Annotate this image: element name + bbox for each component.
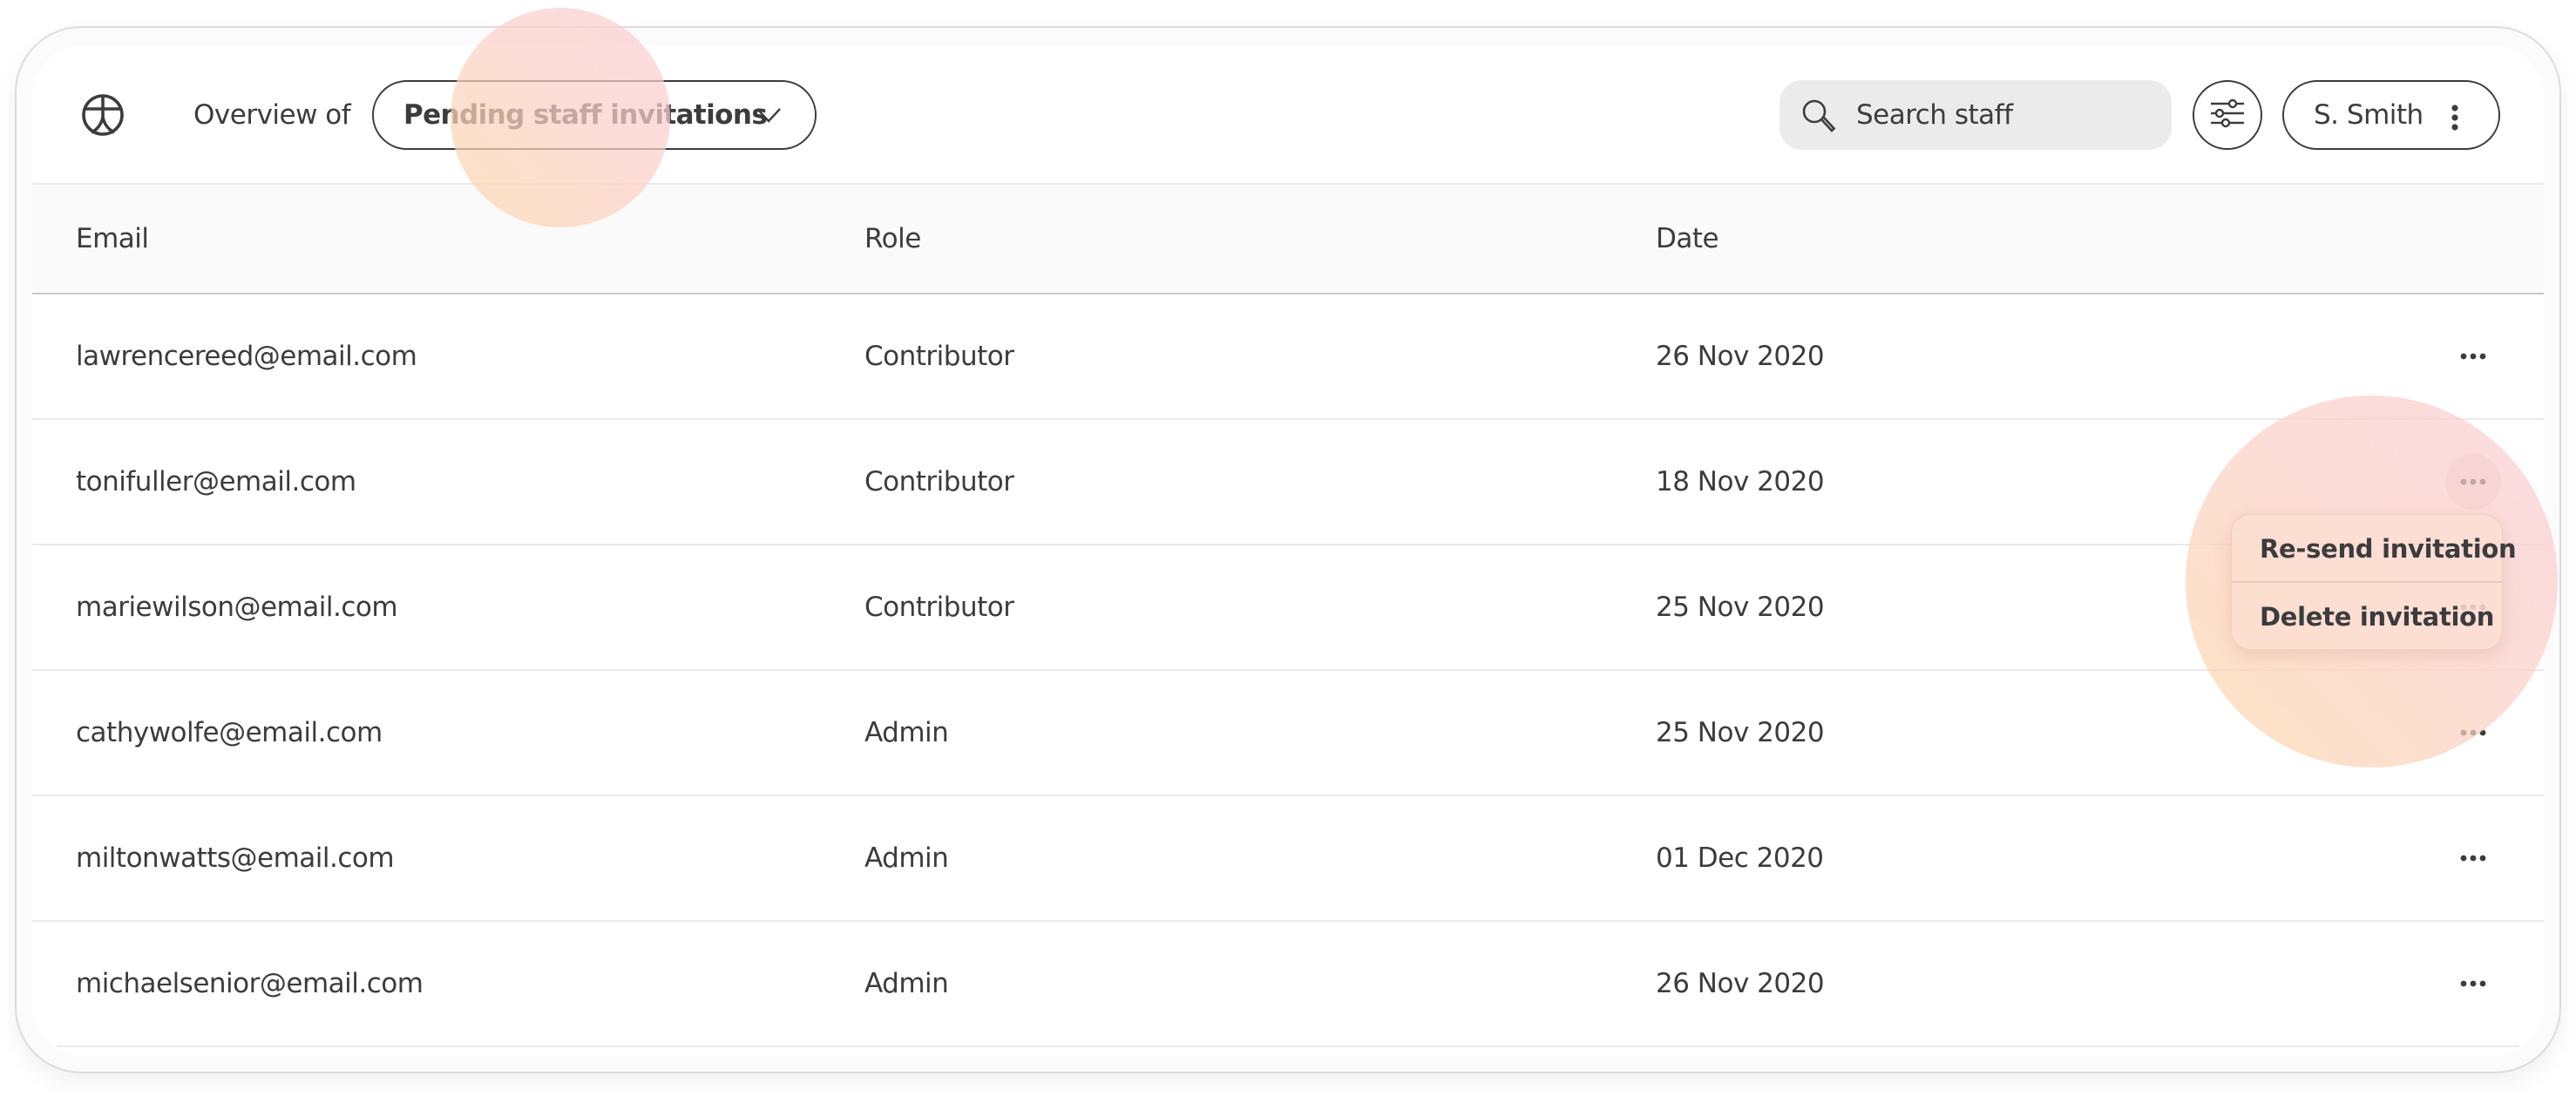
cell-date: 26 Nov 2020 [1656,341,1825,372]
row-actions-button[interactable] [2445,454,2501,510]
user-name: S. Smith [2314,99,2423,131]
more-horizontal-icon [2460,353,2486,360]
menu-item-resend-invitation[interactable]: Re-send invitation [2232,515,2517,583]
view-select-value: Pending staff invitations [403,99,768,131]
cell-email: cathywolfe@email.com [76,717,383,748]
menu-item-delete-invitation[interactable]: Delete invitation [2232,583,2502,651]
more-horizontal-icon [2460,980,2486,987]
app-stage: Overview of Pending staff invitations Se… [0,0,2576,1096]
table-row: tonifuller@email.com Contributor 18 Nov … [32,420,2544,545]
search-box [1779,80,2172,150]
row-actions-button[interactable] [2445,328,2501,384]
column-header-role[interactable]: Role [864,185,921,293]
cell-role: Admin [864,842,949,874]
more-horizontal-icon [2460,729,2486,736]
cell-email: miltonwatts@email.com [76,842,395,874]
cell-date: 01 Dec 2020 [1656,842,1824,874]
table-header: Email Role Date [32,183,2544,294]
cell-date: 18 Nov 2020 [1656,466,1825,497]
cell-role: Contributor [864,592,1014,623]
cell-email: michaelsenior@email.com [76,968,424,999]
row-actions-button[interactable] [2445,705,2501,761]
kebab-vertical-icon [2451,105,2458,131]
cell-role: Admin [864,717,949,748]
more-horizontal-icon [2460,855,2486,862]
overview-label: Overview of [193,99,351,131]
row-actions-button[interactable] [2445,830,2501,886]
table-row: mariewilson@email.com Contributor 25 Nov… [32,545,2544,671]
user-menu-button[interactable]: S. Smith [2282,80,2500,150]
cell-email: mariewilson@email.com [76,592,398,623]
sliders-icon [2209,97,2246,133]
invitations-table: Email Role Date lawrencereed@email.com C… [32,183,2544,1047]
cell-date: 26 Nov 2020 [1656,968,1825,999]
view-select-dropdown[interactable]: Pending staff invitations [372,80,817,150]
table-row: cathywolfe@email.com Admin 25 Nov 2020 [32,671,2544,796]
cell-role: Contributor [864,466,1014,497]
app-logo-icon[interactable] [81,93,125,137]
cell-email: lawrencereed@email.com [76,341,417,372]
cell-date: 25 Nov 2020 [1656,592,1825,623]
cell-date: 25 Nov 2020 [1656,717,1825,748]
table-row: miltonwatts@email.com Admin 01 Dec 2020 [32,796,2544,922]
row-context-menu: Re-send invitation Delete invitation [2231,514,2517,651]
cell-role: Contributor [864,341,1014,372]
chevron-down-icon [756,105,782,125]
more-horizontal-icon [2460,478,2486,485]
column-header-email[interactable]: Email [76,185,149,293]
table-row: lawrencereed@email.com Contributor 26 No… [32,294,2544,420]
cell-role: Admin [864,968,949,999]
table-row: michaelsenior@email.com Admin 26 Nov 202… [32,922,2544,1047]
cell-email: tonifuller@email.com [76,466,356,497]
row-actions-button[interactable] [2445,956,2501,1011]
search-input[interactable] [1856,80,2152,150]
column-header-date[interactable]: Date [1656,185,1719,293]
filter-button[interactable] [2193,80,2262,150]
search-icon [1800,98,1837,134]
